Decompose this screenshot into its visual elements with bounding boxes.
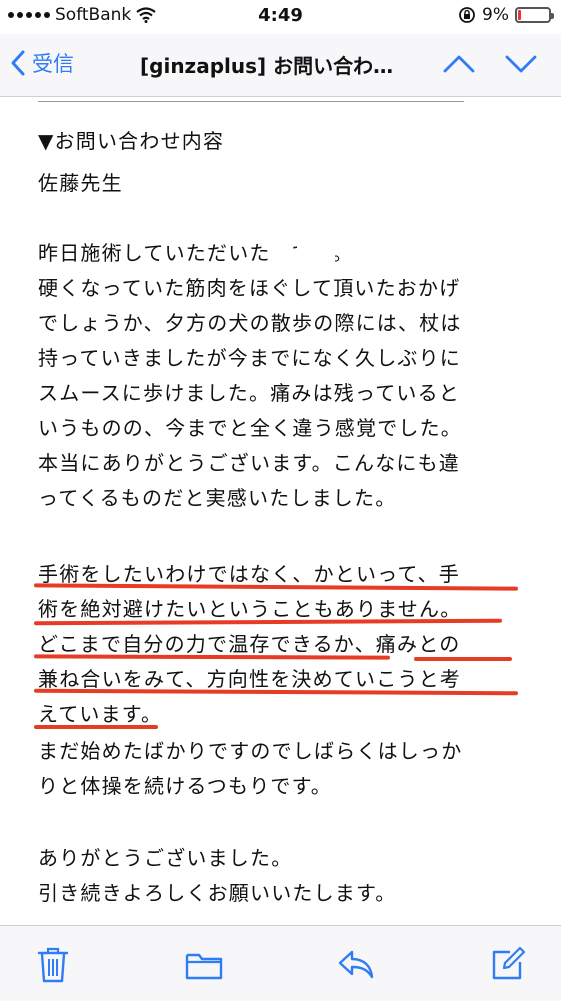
body-line: 持っていきましたが今までになく久しぶりに — [38, 346, 461, 370]
redaction — [297, 232, 335, 262]
orientation-lock-icon — [459, 7, 475, 23]
previous-message-icon[interactable] — [442, 50, 476, 78]
status-right: 9% — [458, 5, 554, 25]
highlight-underline — [414, 657, 512, 661]
body-line: まだ始めたばかりですのでしばらくはしっか — [38, 739, 463, 763]
body-line-highlighted: 術を絶対避けたいということもありません。 — [38, 597, 462, 621]
compose-icon[interactable] — [490, 946, 526, 982]
folder-icon[interactable] — [185, 950, 223, 982]
battery-percent: 9% — [482, 5, 509, 25]
battery-fill — [518, 10, 521, 20]
body-line: りと体操を続けるつもりです。 — [38, 774, 332, 798]
body-line-highlighted: えています。 — [38, 702, 163, 726]
next-message-icon[interactable] — [504, 50, 538, 78]
chevron-left-icon — [11, 50, 25, 76]
closing-line: 引き続きよろしくお願いいたします。 — [38, 881, 397, 905]
body-line-highlighted: どこまで自分の力で温存できるか、痛みとの — [38, 632, 461, 656]
reply-icon[interactable] — [337, 948, 375, 982]
battery-icon — [515, 7, 554, 23]
body-line: いうものの、今までと全く違う感覚でした。 — [38, 416, 462, 440]
bottom-toolbar — [0, 925, 561, 1001]
body-line: スムースに歩けました。痛みは残っていると — [38, 381, 460, 405]
status-bar: SoftBank 4:49 9% — [0, 0, 561, 34]
nav-bar: 受信 [ginzaplus] お問い合わ… — [0, 34, 561, 97]
body-line: ってくるものだと実感いたしました。 — [38, 486, 397, 510]
body-line: 硬くなっていた筋肉をほぐして頂いたおかげ — [38, 276, 461, 300]
greeting: 佐藤先生 — [38, 171, 123, 195]
closing-line: ありがとうございました。 — [38, 846, 293, 870]
body-line-highlighted: 兼ね合いをみて、方向性を決めていこうと考 — [38, 667, 461, 691]
inquiry-heading: ▼お問い合わせ内容 — [38, 129, 225, 153]
trash-icon[interactable] — [36, 946, 70, 984]
email-subject: [ginzaplus] お問い合わ… — [140, 54, 394, 78]
divider — [38, 101, 464, 102]
body-line-highlighted: 手術をしたいわけではなく、かといって、手 — [38, 562, 460, 586]
highlight-underline — [33, 654, 391, 660]
back-button[interactable]: 受信 — [10, 48, 74, 78]
body-line: 本当にありがとうございます。こんなにも違 — [38, 451, 460, 475]
body-line: でしょうか、夕方の犬の散歩の際には、杖は — [38, 311, 462, 335]
back-label: 受信 — [32, 52, 74, 76]
highlight-underline — [34, 725, 158, 729]
